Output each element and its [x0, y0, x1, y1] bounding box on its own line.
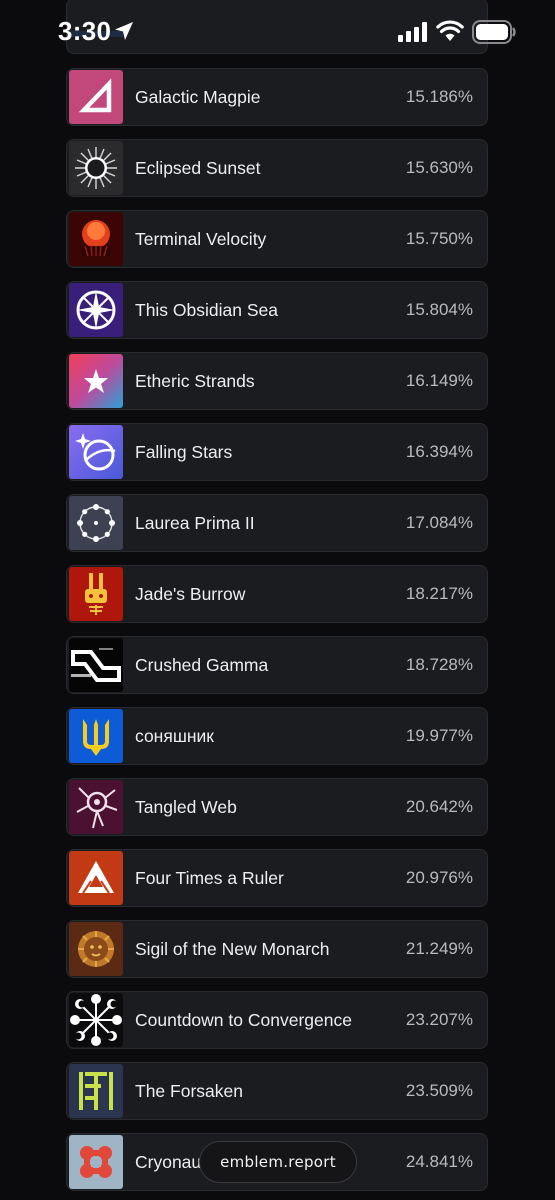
battery-icon [472, 20, 516, 44]
emblem-percent: 23.207% [405, 1010, 473, 1029]
emblem-row[interactable]: Eclipsed Sunset 15.630% [66, 139, 488, 197]
emblem-name: Countdown to Convergence [135, 1009, 352, 1030]
orbit-ring-icon [69, 496, 123, 550]
emblem-name: This Obsidian Sea [135, 299, 278, 320]
red-orb-icon [69, 212, 123, 266]
emblem-percent: 18.728% [405, 655, 473, 674]
triangle-icon [69, 70, 123, 124]
eclipse-sun-icon [69, 141, 123, 195]
emblem-percent: 23.509% [405, 1081, 473, 1100]
emblem-name: Laurea Prima II [135, 512, 255, 533]
emblem-row[interactable]: соняшник 19.977% [66, 707, 488, 765]
star-icon [69, 354, 123, 408]
emblem-row[interactable]: Galactic Magpie 15.186% [66, 68, 488, 126]
wifi-icon [436, 20, 464, 41]
emblem-name: Jade's Burrow [135, 583, 246, 604]
emblem-row[interactable]: This Obsidian Sea 15.804% [66, 281, 488, 339]
cellular-signal-icon [398, 22, 427, 42]
emblem-percent: 15.750% [405, 229, 473, 248]
trident-icon [69, 709, 123, 763]
emblem-row[interactable]: Falling Stars 16.394% [66, 423, 488, 481]
emblem-name: Sigil of the New Monarch [135, 938, 330, 959]
emblem-percent: 19.977% [405, 726, 473, 745]
status-time: 3:30 [58, 16, 112, 46]
compass-star-icon [69, 283, 123, 337]
emblem-percent: 16.394% [405, 442, 473, 461]
emblem-percent: 20.642% [405, 797, 473, 816]
emblem-list: Galactic Magpie 15.186% Eclipsed Sunset … [66, 0, 488, 1200]
emblem-percent: 18.217% [405, 584, 473, 603]
emblem-row[interactable]: Tangled Web 20.642% [66, 778, 488, 836]
emblem-name: Etheric Strands [135, 370, 255, 391]
emblem-name: Crushed Gamma [135, 654, 269, 675]
emblem-row[interactable]: The Forsaken 23.509% [66, 1062, 488, 1120]
emblem-row[interactable]: Crushed Gamma 18.728% [66, 636, 488, 694]
emblem-row[interactable]: Sigil of the New Monarch 21.249% [66, 920, 488, 978]
emblem-name: Eclipsed Sunset [135, 157, 261, 178]
forsaken-glyph-icon [69, 1064, 123, 1118]
emblem-percent: 15.804% [405, 300, 473, 319]
convergence-icon [69, 993, 123, 1047]
emblem-row[interactable]: Jade's Burrow 18.217% [66, 565, 488, 623]
emblem-percent: 20.976% [405, 868, 473, 887]
glitch-glyph-icon [69, 638, 123, 692]
emblem-name: Tangled Web [135, 796, 237, 817]
cryo-knot-icon [69, 1135, 123, 1189]
location-arrow-icon [115, 22, 133, 40]
emblem-percent: 15.186% [405, 87, 473, 106]
site-link-button[interactable]: emblem.report [199, 1141, 357, 1183]
emblem-row[interactable]: Etheric Strands 16.149% [66, 352, 488, 410]
emblem-name: Four Times a Ruler [135, 867, 284, 888]
emblem-percent: 15.630% [405, 158, 473, 177]
emblem-name: Terminal Velocity [135, 228, 267, 249]
emblem-name: The Forsaken [135, 1080, 243, 1101]
emblem-row[interactable]: Laurea Prima II 17.084% [66, 494, 488, 552]
emblem-name: Galactic Magpie [135, 86, 261, 107]
web-sigil-icon [69, 780, 123, 834]
emblem-name: Falling Stars [135, 441, 233, 462]
emblem-row[interactable]: Terminal Velocity 15.750% [66, 210, 488, 268]
status-bar: 3:30 [0, 0, 555, 62]
emblem-percent: 24.841% [405, 1152, 473, 1171]
emblem-row[interactable]: Countdown to Convergence 23.207% [66, 991, 488, 1049]
emblem-percent: 17.084% [405, 513, 473, 532]
rabbit-icon [69, 567, 123, 621]
planet-star-icon [69, 425, 123, 479]
emblem-row[interactable]: Four Times a Ruler 20.976% [66, 849, 488, 907]
emblem-list-screen: 3:30 Galactic Magpie 15.186% Eclipsed Su… [0, 0, 555, 1200]
triangle-mountain-icon [69, 851, 123, 905]
emblem-percent: 21.249% [405, 939, 473, 958]
emblem-name: соняшник [135, 725, 214, 746]
emblem-percent: 16.149% [405, 371, 473, 390]
lion-crest-icon [69, 922, 123, 976]
